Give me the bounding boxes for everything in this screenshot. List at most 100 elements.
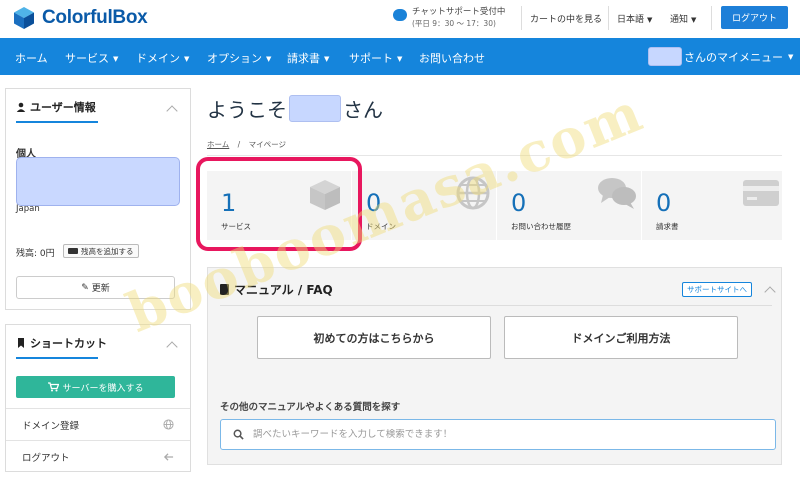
chevron-down-icon: ▼ [647, 16, 653, 24]
stat-label: ドメイン [366, 222, 396, 231]
brand-logo[interactable]: ColorfulBox [12, 6, 148, 30]
faq-search-box[interactable] [220, 419, 776, 450]
welcome-suffix: さん [343, 98, 383, 122]
user-info-label: ユーザー情報 [30, 101, 96, 114]
support-site-link[interactable]: サポートサイトへ [682, 282, 752, 297]
nav-item-services[interactable]: サービス ▼ [65, 50, 118, 66]
notifications-menu[interactable]: 通知 ▼ [670, 12, 696, 25]
breadcrumb-home[interactable]: ホーム [207, 140, 229, 149]
nav-label: お問い合わせ [419, 52, 485, 65]
arrow-left-icon [163, 453, 174, 461]
user-info-title: ユーザー情報 [16, 99, 96, 115]
nav-label: サポート [349, 52, 393, 65]
logo-cube-icon [14, 7, 34, 29]
nav-item-invoices[interactable]: 請求書 ▼ [287, 50, 329, 66]
stat-value: 0 [511, 189, 527, 217]
add-balance-button[interactable]: 残高を追加する [63, 244, 139, 258]
money-icon [68, 248, 78, 254]
stat-label: お問い合わせ履歴 [511, 222, 571, 231]
cart-icon [47, 382, 59, 392]
top-header: ColorfulBox チャットサポート受付中 (平日 9：30 ～ 17：30… [0, 0, 800, 38]
beginner-guide-button[interactable]: 初めての方はこちらから [257, 316, 491, 359]
user-country: Japan [16, 204, 40, 214]
faq-title-label: マニュアル / FAQ [234, 283, 333, 297]
redacted-username [289, 95, 341, 122]
add-balance-label: 残高を追加する [81, 246, 134, 256]
buy-server-label: サーバーを購入する [62, 383, 144, 394]
divider [220, 305, 772, 306]
chevron-down-icon: ▼ [691, 16, 697, 24]
nav-label: サービス [65, 52, 109, 65]
welcome-prefix: ようこそ [207, 98, 287, 122]
nav-item-support[interactable]: サポート ▼ [349, 50, 402, 66]
collapse-chevron-icon[interactable] [166, 105, 178, 117]
chat-support-label: チャットサポート受付中 [412, 7, 506, 17]
shortcut-label: ドメイン登録 [22, 420, 80, 432]
comments-icon [598, 178, 636, 209]
services-highlight-box [196, 157, 362, 251]
shortcut-logout[interactable]: ログアウト [6, 440, 190, 472]
nav-label: オプション [207, 52, 262, 65]
main-nav: ホーム サービス ▼ ドメイン ▼ オプション ▼ 請求書 ▼ サポート ▼ お問い合わせ… [0, 38, 800, 75]
header-divider [711, 6, 712, 30]
breadcrumb: ホーム / マイページ [207, 139, 286, 150]
title-underline [16, 357, 98, 359]
nav-label: 請求書 [287, 52, 320, 65]
chat-support[interactable]: チャットサポート受付中 (平日 9：30 ～ 17：30) [393, 7, 505, 29]
shortcut-label: ショートカット [30, 337, 107, 350]
page-title: ようこそ さん [207, 94, 383, 123]
breadcrumb-separator: / [237, 140, 241, 149]
language-label: 日本語 [617, 15, 645, 25]
globe-icon [456, 176, 490, 210]
faq-panel: マニュアル / FAQ サポートサイトへ 初めての方はこちらから ドメインご利用… [207, 267, 782, 465]
shortcut-title: ショートカット [16, 335, 107, 351]
stat-invoices[interactable]: 0 請求書 [642, 171, 786, 240]
buy-server-button[interactable]: サーバーを購入する [16, 376, 175, 398]
update-button[interactable]: ✎ 更新 [16, 276, 175, 299]
cart-link[interactable]: カートの中を見る [530, 12, 602, 25]
header-divider [521, 6, 522, 30]
nav-item-domains[interactable]: ドメイン ▼ [136, 50, 189, 66]
shortcut-domain-register[interactable]: ドメイン登録 [6, 408, 190, 440]
title-underline [16, 121, 98, 123]
nav-item-home[interactable]: ホーム [15, 50, 48, 66]
redacted-username [648, 47, 682, 66]
notifications-label: 通知 [670, 15, 689, 25]
balance: 残高: 0円 [16, 249, 55, 259]
search-input[interactable] [253, 429, 753, 440]
stat-domains[interactable]: 0 ドメイン [352, 171, 496, 240]
bookmark-icon [18, 338, 24, 348]
domain-guide-button[interactable]: ドメインご利用方法 [504, 316, 738, 359]
chevron-down-icon: ▼ [788, 52, 794, 61]
pencil-icon: ✎ [81, 282, 89, 293]
chevron-down-icon: ▼ [397, 55, 403, 63]
chat-bubble-icon [393, 9, 407, 21]
divider [207, 155, 782, 156]
book-icon [220, 284, 229, 295]
my-menu-label: さんのマイメニュー [684, 50, 783, 64]
faq-title: マニュアル / FAQ [220, 281, 333, 298]
stat-value: 0 [366, 189, 382, 217]
stat-inquiries[interactable]: 0 お問い合わせ履歴 [497, 171, 641, 240]
chat-support-hours: (平日 9：30 ～ 17：30) [412, 19, 496, 28]
breadcrumb-current: マイページ [248, 140, 286, 149]
logout-button[interactable]: ログアウト [721, 6, 788, 29]
globe-icon [163, 419, 174, 430]
nav-item-options[interactable]: オプション ▼ [207, 50, 271, 66]
nav-label: ドメイン [136, 52, 180, 65]
stat-value: 0 [656, 189, 672, 217]
user-icon [16, 102, 26, 112]
my-menu[interactable]: さんのマイメニュー ▼ [648, 47, 793, 66]
brand-name: ColorfulBox [42, 7, 148, 28]
redacted-user-details [16, 157, 180, 206]
update-label: 更新 [91, 284, 110, 294]
header-divider [608, 6, 609, 30]
faq-search-heading: その他のマニュアルやよくある質問を探す [220, 402, 401, 413]
shortcut-label: ログアウト [22, 452, 70, 464]
nav-item-contact[interactable]: お問い合わせ [419, 50, 485, 66]
collapse-chevron-icon[interactable] [166, 341, 178, 353]
collapse-chevron-icon[interactable] [764, 286, 776, 298]
chevron-down-icon: ▼ [113, 55, 119, 63]
language-select[interactable]: 日本語 ▼ [617, 12, 652, 25]
shortcut-panel: ショートカット サーバーを購入する ドメイン登録 ログアウト [5, 324, 191, 472]
